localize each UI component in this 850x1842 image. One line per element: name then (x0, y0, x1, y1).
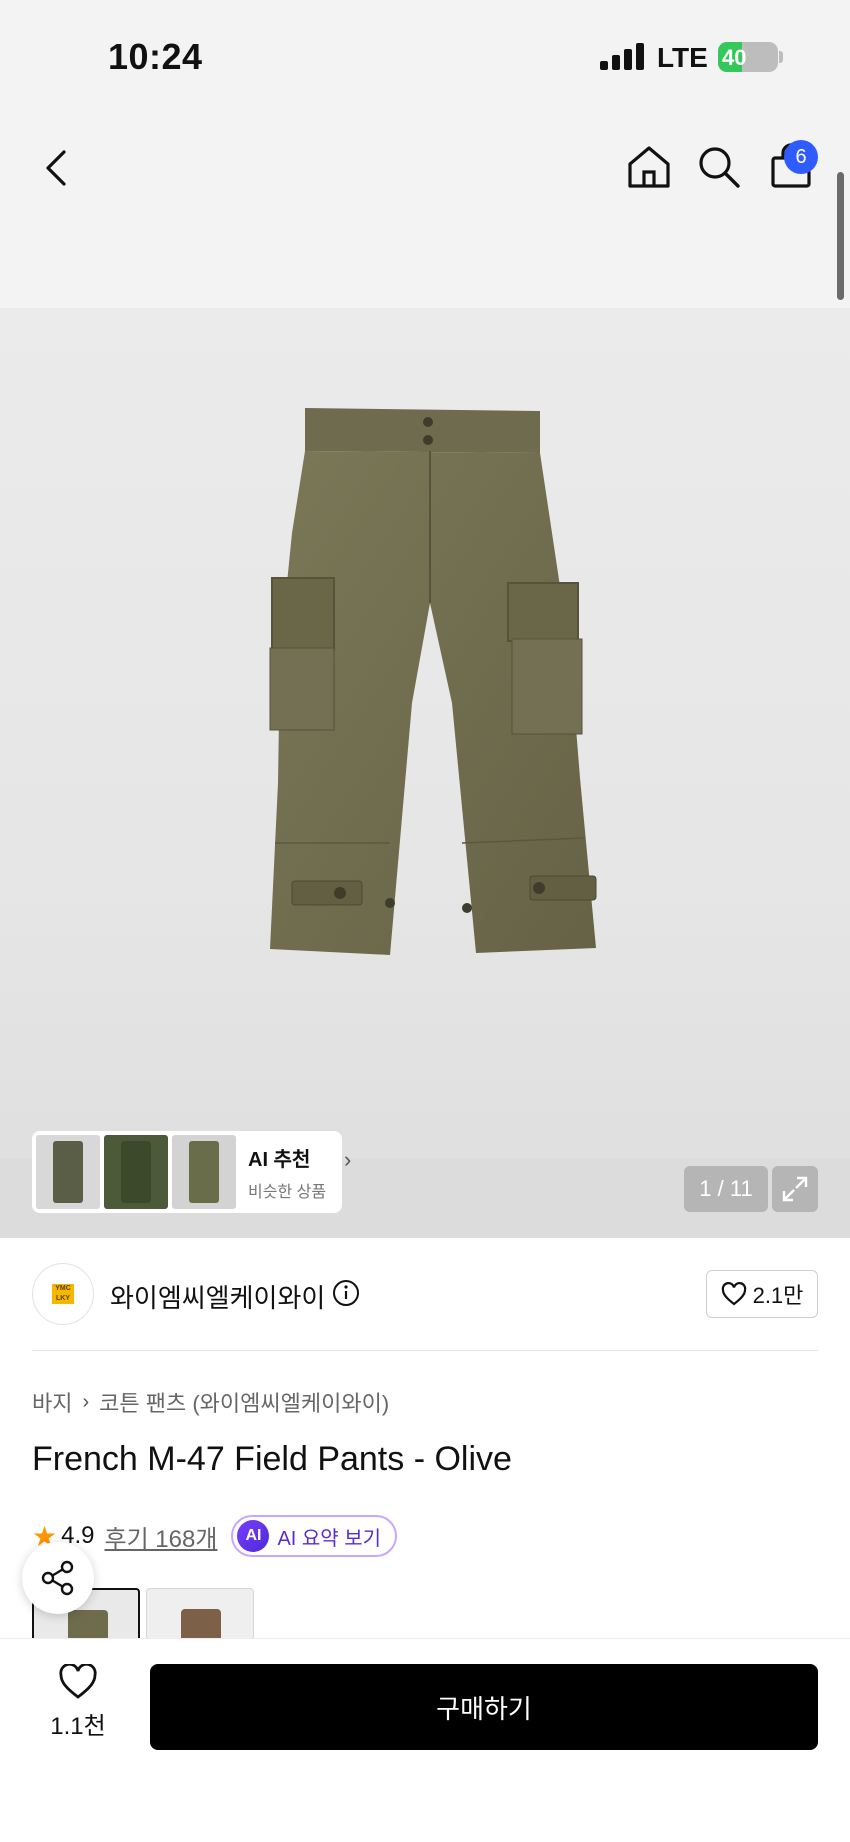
buy-button[interactable]: 구매하기 (150, 1664, 818, 1750)
ai-recommend-text: AI 추천 비슷한 상품 (248, 1143, 326, 1202)
recommend-thumb-3[interactable] (172, 1135, 236, 1209)
share-button[interactable] (22, 1542, 94, 1614)
recommend-thumb-2[interactable] (104, 1135, 168, 1209)
signal-icon (600, 43, 646, 70)
ai-summary-label: AI 요약 보기 (277, 1527, 382, 1550)
product-image-gallery[interactable] (0, 308, 850, 1238)
recommend-thumb-1[interactable] (36, 1135, 100, 1209)
heart-icon (721, 1282, 746, 1306)
home-icon (628, 146, 670, 188)
product-photo (269, 408, 597, 955)
share-icon (41, 1560, 74, 1596)
reviews-link[interactable]: 후기 168개 (104, 1519, 217, 1554)
brand-logo-mark: YMC LKY (52, 1284, 74, 1304)
expand-icon (782, 1176, 808, 1202)
chevron-right-icon: › (82, 1390, 90, 1413)
ai-recommend-subtitle: 비슷한 상품 (248, 1183, 327, 1201)
brand-like-count: 2.1만 (752, 1283, 804, 1308)
product-title: French M-47 Field Pants - Olive (32, 1440, 512, 1478)
cart-count-badge: 6 (784, 140, 818, 174)
ai-badge-icon: AI (237, 1520, 270, 1552)
home-button[interactable] (624, 142, 674, 192)
brand-like-button[interactable]: 2.1만 (706, 1270, 818, 1318)
network-label: LTE (657, 42, 708, 73)
battery-tip (779, 51, 783, 63)
breadcrumb-subcategory[interactable]: 코튼 팬츠 (와이엠씨엘케이와이) (99, 1386, 389, 1418)
breadcrumb-category[interactable]: 바지 (32, 1386, 72, 1418)
wishlist-count: 1.1천 (50, 1713, 106, 1740)
wishlist-button[interactable]: 1.1천 (42, 1664, 114, 1741)
info-icon[interactable] (332, 1279, 360, 1307)
chevron-left-icon (46, 150, 66, 186)
rating-row: ★ 4.9 후기 168개 AI AI 요약 보기 (32, 1514, 398, 1558)
breadcrumb: 바지 › 코튼 팬츠 (와이엠씨엘케이와이) (32, 1386, 389, 1418)
ai-summary-button[interactable]: AI AI 요약 보기 (231, 1515, 398, 1557)
ai-recommend-title: AI 추천 (248, 1148, 311, 1171)
expand-image-button[interactable] (772, 1166, 818, 1212)
battery-icon: 40 (718, 42, 778, 72)
brand-name[interactable]: 와이엠씨엘케이와이 (110, 1278, 325, 1315)
search-icon (699, 147, 740, 188)
battery-text: 40 (722, 45, 747, 70)
chevron-right-icon: › (344, 1147, 352, 1172)
divider (32, 1350, 818, 1351)
search-button[interactable] (694, 142, 744, 192)
ai-recommend-strip[interactable]: AI 추천 비슷한 상품 › (32, 1131, 351, 1213)
heart-icon (59, 1664, 97, 1699)
brand-logo[interactable]: YMC LKY (32, 1263, 94, 1325)
back-button[interactable] (36, 140, 76, 196)
status-time: 10:24 (108, 36, 203, 77)
image-pager: 1 / 11 (684, 1166, 768, 1212)
scrollbar[interactable] (837, 172, 844, 300)
